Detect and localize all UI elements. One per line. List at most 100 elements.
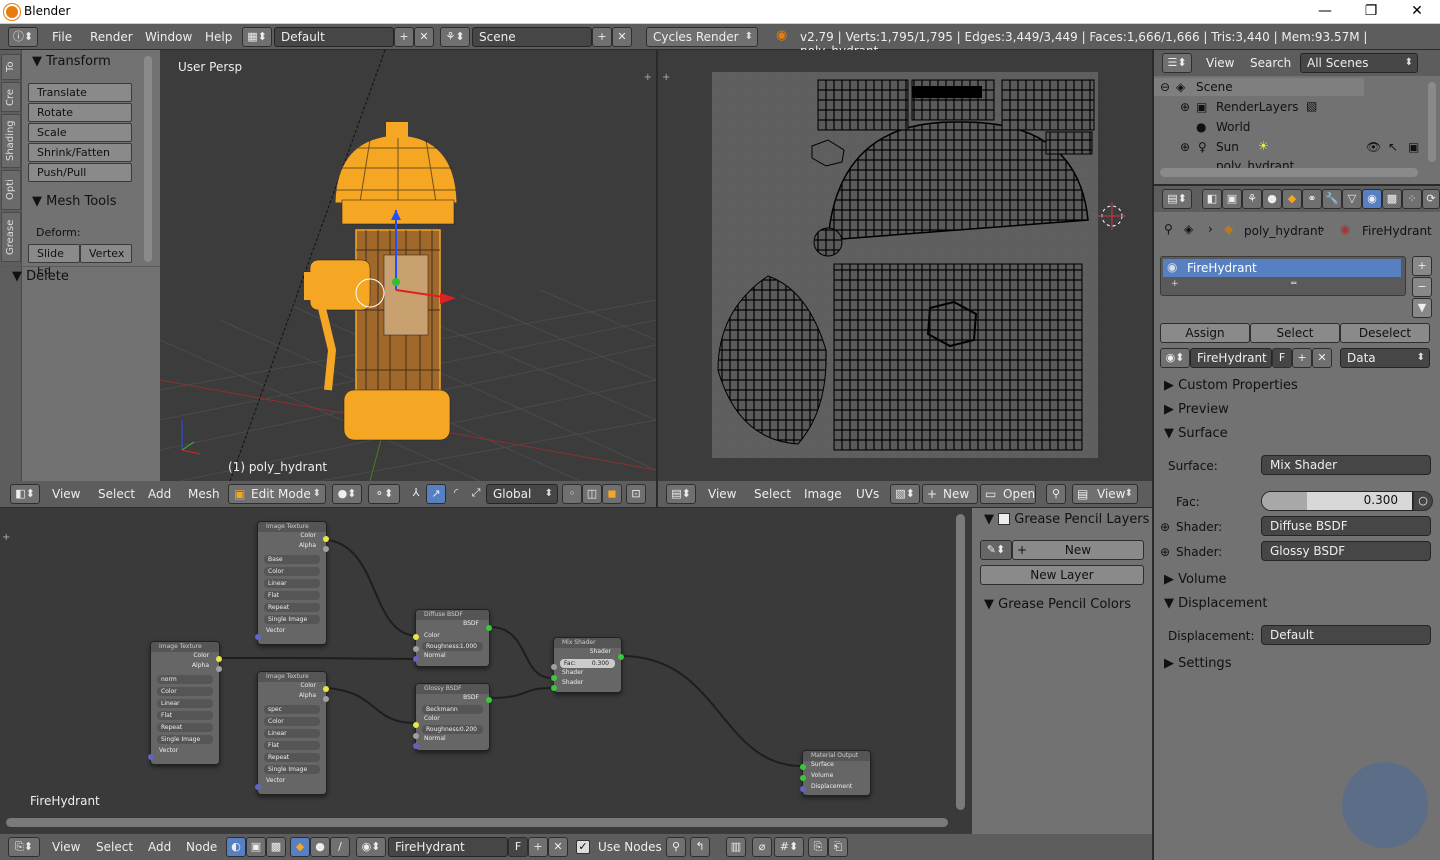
shrink-fatten-button[interactable]: Shrink/Fatten bbox=[28, 143, 132, 162]
displacement-field[interactable]: Default bbox=[1261, 625, 1431, 645]
vertex-button[interactable]: Vertex bbox=[80, 244, 132, 263]
uv-split-icon[interactable]: + bbox=[662, 72, 670, 83]
scene-field[interactable]: Scene bbox=[472, 27, 592, 47]
mesh-tools-panel-title[interactable]: ▼ Mesh Tools bbox=[32, 194, 117, 209]
distribution-dropdown[interactable]: Beckmann bbox=[422, 705, 483, 714]
transform-panel-title[interactable]: ▼ Transform bbox=[32, 54, 111, 69]
menu-add[interactable]: Add bbox=[148, 487, 171, 501]
material-browse-icon[interactable]: ◉⬍ bbox=[1160, 348, 1190, 368]
editor-type-properties-icon[interactable]: ▤⬍ bbox=[1162, 189, 1192, 209]
pin-icon[interactable]: ⚲ bbox=[1164, 222, 1173, 236]
occlude-icon[interactable]: ⊡ bbox=[626, 484, 646, 504]
roughness-socket[interactable] bbox=[413, 733, 419, 739]
render-engine-dropdown[interactable]: Cycles Render bbox=[646, 27, 758, 47]
constraints-tab-icon[interactable]: ⚭ bbox=[1302, 189, 1322, 209]
uv-menu-uvs[interactable]: UVs bbox=[856, 487, 879, 501]
shader-in-socket-1[interactable] bbox=[551, 675, 557, 681]
extension[interactable]: Repeat bbox=[264, 603, 320, 612]
node-menu-select[interactable]: Select bbox=[96, 840, 133, 854]
translate-manip-icon[interactable]: ↗ bbox=[426, 484, 446, 504]
image-browse-icon[interactable]: ▧⬍ bbox=[890, 484, 920, 504]
select-button[interactable]: Select bbox=[1250, 323, 1340, 343]
outliner-h-scrollbar[interactable] bbox=[1160, 168, 1418, 177]
shader-tree-icon[interactable]: ◐ bbox=[226, 837, 246, 857]
vector-socket[interactable] bbox=[148, 754, 154, 760]
texture-tree-icon[interactable]: ▩ bbox=[266, 837, 286, 857]
fac-field[interactable]: Fac: 0.300 bbox=[560, 659, 615, 668]
outliner-item-renderlayers[interactable]: RenderLayers bbox=[1216, 100, 1298, 114]
rotate-manip-icon[interactable]: ◜ bbox=[446, 484, 466, 504]
3d-viewport[interactable]: User Persp (1) poly_hydrant + bbox=[160, 50, 656, 481]
layout-field[interactable]: Default bbox=[274, 27, 394, 47]
data-tab-icon[interactable]: ▽ bbox=[1342, 189, 1362, 209]
scene-expand-icon[interactable]: ⊖ bbox=[1160, 80, 1170, 94]
gp-pencil-icon[interactable]: ✎⬍ bbox=[980, 540, 1012, 560]
preview-panel[interactable]: ▶ Preview bbox=[1164, 402, 1229, 417]
source[interactable]: Single Image bbox=[264, 765, 320, 774]
source[interactable]: Single Image bbox=[264, 615, 320, 624]
list-filter-icon[interactable]: + bbox=[1171, 279, 1179, 289]
gp-colors-title[interactable]: ▼ Grease Pencil Colors bbox=[984, 597, 1131, 612]
settings-panel[interactable]: ▶ Settings bbox=[1164, 656, 1231, 671]
delete-panel-title[interactable]: ▼ Delete bbox=[12, 269, 69, 284]
uv-menu-view[interactable]: View bbox=[708, 487, 736, 501]
new-image-button[interactable]: + New bbox=[922, 484, 978, 504]
roughness-socket[interactable] bbox=[413, 646, 419, 652]
node-menu-view[interactable]: View bbox=[52, 840, 80, 854]
deselect-button[interactable]: Deselect bbox=[1340, 323, 1430, 343]
scale-manip-icon[interactable]: ⤢ bbox=[466, 484, 486, 504]
outliner-item-sun[interactable]: Sun bbox=[1216, 140, 1239, 154]
color-space[interactable]: Color bbox=[264, 567, 320, 576]
editor-type-info-icon[interactable]: ⓘ⬍ bbox=[8, 27, 38, 47]
unlink-material-icon[interactable]: ✕ bbox=[548, 837, 568, 857]
vertical-scrollbar[interactable] bbox=[956, 514, 965, 810]
menu-file[interactable]: File bbox=[52, 30, 72, 44]
compositing-tree-icon[interactable]: ▣ bbox=[246, 837, 266, 857]
image-field[interactable]: Base bbox=[264, 555, 320, 564]
extension[interactable]: Repeat bbox=[264, 753, 320, 762]
paste-nodes-icon[interactable]: ⎗ bbox=[828, 837, 848, 857]
vector-socket[interactable] bbox=[255, 634, 261, 640]
node-menu-node[interactable]: Node bbox=[186, 840, 217, 854]
tab-create[interactable]: Cre bbox=[1, 82, 21, 112]
node-menu-add[interactable]: Add bbox=[148, 840, 171, 854]
close-button[interactable]: ✕ bbox=[1394, 0, 1440, 24]
use-nodes-checkbox[interactable]: ✓ bbox=[576, 840, 590, 854]
outliner-menu-view[interactable]: View bbox=[1206, 56, 1234, 70]
node-split-icon[interactable]: + bbox=[2, 532, 10, 543]
extension[interactable]: Repeat bbox=[157, 723, 213, 732]
outliner-item-scene[interactable]: Scene bbox=[1196, 80, 1233, 94]
editor-type-3d-icon[interactable]: ◧⬍ bbox=[10, 484, 40, 504]
roughness-field[interactable]: Roughness: 1.000 bbox=[422, 642, 483, 651]
add-material-icon[interactable]: + bbox=[528, 837, 548, 857]
renderlayers-expand-icon[interactable]: ⊕ bbox=[1180, 100, 1190, 114]
copy-nodes-icon[interactable]: ⎘ bbox=[808, 837, 828, 857]
pin-icon[interactable]: ⚲ bbox=[1046, 484, 1066, 504]
projection[interactable]: Flat bbox=[157, 711, 213, 720]
fac-slider[interactable]: 0.300 bbox=[1261, 491, 1413, 511]
shader2-expand-icon[interactable]: ⊕ bbox=[1160, 545, 1170, 559]
material-fake-user[interactable]: F bbox=[1272, 348, 1292, 368]
vertex-select-icon[interactable]: ◦ bbox=[562, 484, 582, 504]
render-tab-icon[interactable]: ◧ bbox=[1202, 189, 1222, 209]
color-space[interactable]: Color bbox=[264, 717, 320, 726]
unlink-material-icon[interactable]: ✕ bbox=[1312, 348, 1332, 368]
uv-menu-select[interactable]: Select bbox=[754, 487, 791, 501]
new-material-icon[interactable]: + bbox=[1292, 348, 1312, 368]
tool-shelf-scrollbar[interactable] bbox=[144, 56, 152, 262]
modifiers-tab-icon[interactable]: 🔧 bbox=[1322, 189, 1342, 209]
material-slots-list[interactable]: ◉ FireHydrant + ═ bbox=[1160, 256, 1406, 296]
link-data-dropdown[interactable]: Data bbox=[1340, 348, 1430, 368]
source[interactable]: Single Image bbox=[157, 735, 213, 744]
outliner-filter-dropdown[interactable]: All Scenes bbox=[1300, 53, 1418, 73]
image-texture-node-3[interactable]: Image Texture Color Alpha spec Color Lin… bbox=[255, 671, 329, 795]
surface-socket[interactable] bbox=[800, 764, 806, 770]
slide-edge-button[interactable]: Slide Ed bbox=[28, 244, 80, 277]
backdrop-icon[interactable]: ▥ bbox=[726, 837, 746, 857]
physics-tab-icon[interactable]: ⟳ bbox=[1422, 189, 1440, 209]
editor-type-node-icon[interactable]: ⎘⬍ bbox=[8, 837, 40, 857]
surface-shader-field[interactable]: Mix Shader bbox=[1261, 455, 1431, 475]
menu-view[interactable]: View bbox=[52, 487, 80, 501]
bsdf-socket[interactable] bbox=[486, 625, 492, 631]
displacement-panel[interactable]: ▼ Displacement bbox=[1164, 596, 1268, 611]
